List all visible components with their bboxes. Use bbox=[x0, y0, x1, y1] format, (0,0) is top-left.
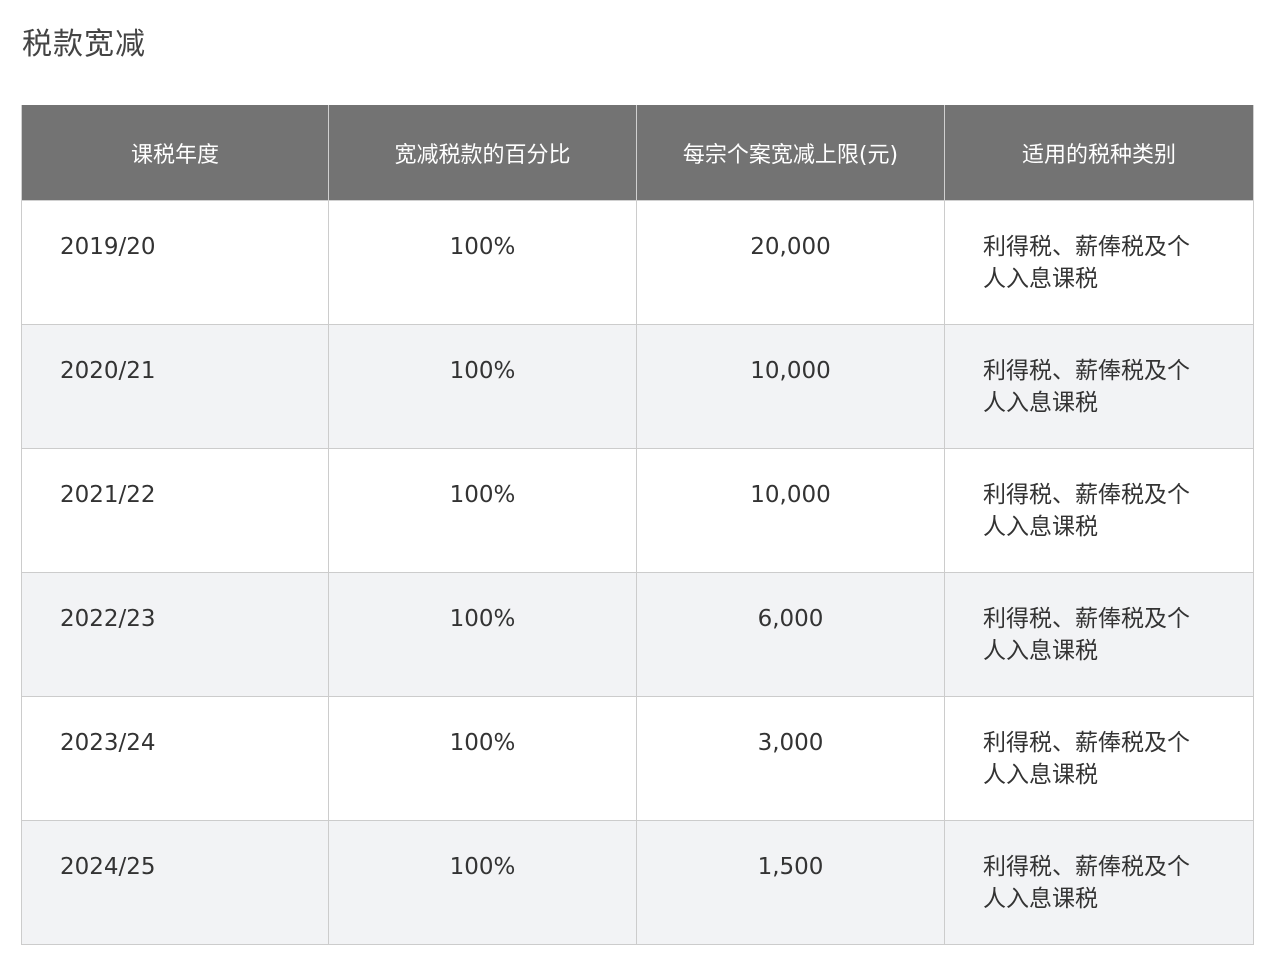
cell-cap: 6,000 bbox=[636, 572, 945, 697]
page-title: 税款宽减 bbox=[22, 27, 146, 62]
table-header: 课税年度 宽减税款的百分比 每宗个案宽减上限(元) 适用的税种类别 bbox=[21, 105, 1254, 201]
cell-year: 2022/23 bbox=[21, 572, 329, 697]
cell-cap: 20,000 bbox=[636, 200, 945, 325]
cell-percentage: 100% bbox=[328, 200, 637, 325]
cell-year: 2023/24 bbox=[21, 696, 329, 821]
cell-tax-types: 利得税、薪俸税及个人入息课税 bbox=[944, 200, 1254, 325]
cell-percentage: 100% bbox=[328, 820, 637, 945]
header-relief-cap: 每宗个案宽减上限(元) bbox=[636, 105, 945, 201]
header-year-of-assessment: 课税年度 bbox=[21, 105, 329, 201]
table-row: 2021/22 100% 10,000 利得税、薪俸税及个人入息课税 bbox=[21, 448, 1254, 573]
cell-cap: 10,000 bbox=[636, 448, 945, 573]
cell-year: 2019/20 bbox=[21, 200, 329, 325]
header-tax-types: 适用的税种类别 bbox=[944, 105, 1254, 201]
table-row: 2024/25 100% 1,500 利得税、薪俸税及个人入息课税 bbox=[21, 820, 1254, 945]
header-relief-percentage: 宽减税款的百分比 bbox=[328, 105, 637, 201]
table-row: 2023/24 100% 3,000 利得税、薪俸税及个人入息课税 bbox=[21, 696, 1254, 821]
cell-tax-types: 利得税、薪俸税及个人入息课税 bbox=[944, 324, 1254, 449]
cell-cap: 10,000 bbox=[636, 324, 945, 449]
cell-tax-types: 利得税、薪俸税及个人入息课税 bbox=[944, 448, 1254, 573]
cell-year: 2020/21 bbox=[21, 324, 329, 449]
cell-year: 2021/22 bbox=[21, 448, 329, 573]
cell-percentage: 100% bbox=[328, 448, 637, 573]
tax-relief-table: 课税年度 宽减税款的百分比 每宗个案宽减上限(元) 适用的税种类别 2019/2… bbox=[21, 105, 1254, 945]
cell-year: 2024/25 bbox=[21, 820, 329, 945]
cell-tax-types: 利得税、薪俸税及个人入息课税 bbox=[944, 696, 1254, 821]
cell-cap: 1,500 bbox=[636, 820, 945, 945]
table-row: 2022/23 100% 6,000 利得税、薪俸税及个人入息课税 bbox=[21, 572, 1254, 697]
cell-tax-types: 利得税、薪俸税及个人入息课税 bbox=[944, 820, 1254, 945]
cell-percentage: 100% bbox=[328, 572, 637, 697]
cell-percentage: 100% bbox=[328, 324, 637, 449]
cell-cap: 3,000 bbox=[636, 696, 945, 821]
cell-percentage: 100% bbox=[328, 696, 637, 821]
cell-tax-types: 利得税、薪俸税及个人入息课税 bbox=[944, 572, 1254, 697]
table-row: 2019/20 100% 20,000 利得税、薪俸税及个人入息课税 bbox=[21, 200, 1254, 325]
table-body: 2019/20 100% 20,000 利得税、薪俸税及个人入息课税 2020/… bbox=[21, 200, 1254, 945]
table-row: 2020/21 100% 10,000 利得税、薪俸税及个人入息课税 bbox=[21, 324, 1254, 449]
header-row: 课税年度 宽减税款的百分比 每宗个案宽减上限(元) 适用的税种类别 bbox=[21, 105, 1254, 201]
